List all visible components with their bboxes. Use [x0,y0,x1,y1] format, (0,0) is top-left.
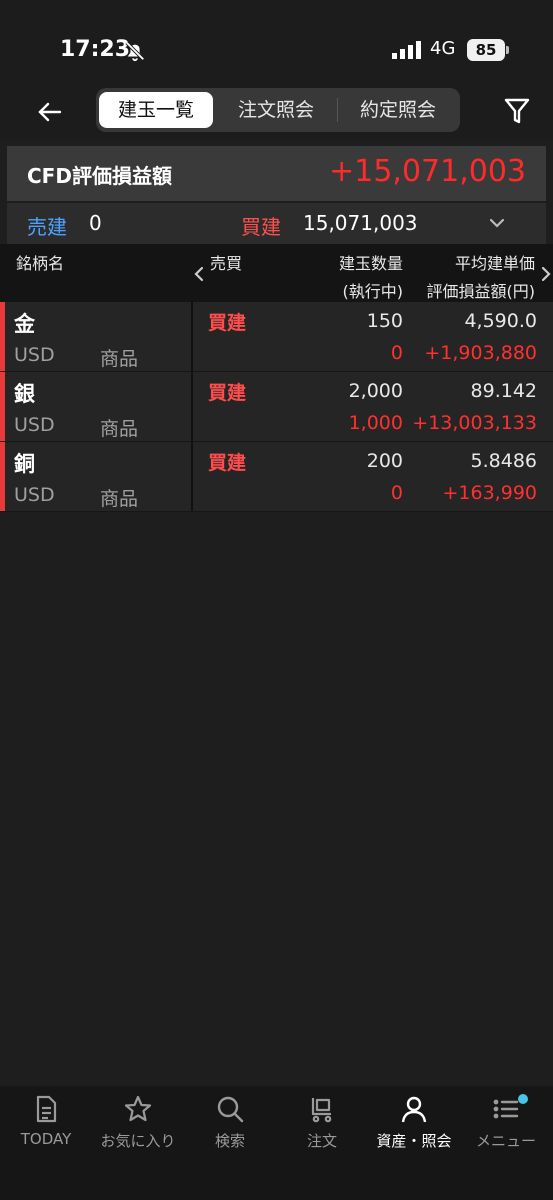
col-side: 売買 [210,254,243,273]
avg-price: 89.142 [470,380,537,402]
tab-label: メニュー [475,1132,536,1150]
tab-order[interactable]: 注文 [276,1094,368,1164]
tab-label: 検索 [214,1132,245,1150]
symbol-category: 商品 [100,348,139,370]
position-row[interactable]: 銅 USD 商品 買建 200 0 5.8486 +163,990 [0,442,553,512]
col-unrealized-pl: 評価損益額(円) [426,282,536,301]
sell-value: 0 [89,211,102,235]
position-qty: 150 [366,310,403,332]
chevron-left-icon[interactable] [193,266,205,286]
nav-bar: 建玉一覧 注文照会 約定照会 [0,88,553,140]
tab-search[interactable]: 検索 [184,1094,276,1164]
total-pl-value: +15,071,003 [329,154,526,189]
status-bar: 17:23 4G 85 [0,0,553,88]
col-qty: 建玉数量 [338,254,403,273]
avg-price: 4,590.0 [464,310,537,332]
column-divider [191,372,193,441]
executing-qty: 0 [390,342,403,364]
search-icon [184,1094,276,1124]
buy-label: 買建 [241,215,281,239]
cart-icon [276,1094,368,1124]
tab-order-inquiry[interactable]: 注文照会 [216,92,336,128]
position-side: 買建 [208,312,247,334]
unrealized-pl: +13,003,133 [412,412,537,434]
chevron-down-icon[interactable] [487,213,507,237]
col-avg-price: 平均建単価 [454,254,535,273]
notification-dot [518,1094,528,1104]
segmented-control: 建玉一覧 注文照会 約定照会 [96,88,460,132]
back-arrow-icon[interactable] [34,96,66,128]
row-accent [0,372,5,441]
positions-list: 金 USD 商品 買建 150 0 4,590.0 +1,903,880 銀 U… [0,302,553,512]
symbol-name: 銅 [14,452,35,476]
battery-icon: 85 [467,39,509,61]
symbol-name: 金 [14,312,35,336]
row-accent [0,302,5,371]
bell-muted-icon [124,40,146,66]
filter-icon[interactable] [502,96,532,126]
menu-icon [460,1094,552,1124]
position-qty: 200 [366,450,403,472]
position-row[interactable]: 金 USD 商品 買建 150 0 4,590.0 +1,903,880 [0,302,553,372]
symbol-category: 商品 [100,488,139,510]
tab-assets[interactable]: 資産・照会 [368,1094,460,1164]
tab-label: 注文 [306,1132,337,1150]
symbol-currency: USD [14,414,55,436]
tab-execution-inquiry[interactable]: 約定照会 [338,92,458,128]
symbol-currency: USD [14,484,55,506]
unrealized-pl: +163,990 [442,482,538,504]
total-pl-summary: CFD評価損益額 +15,071,003 [7,146,546,201]
total-pl-label: CFD評価損益額 [27,164,172,188]
col-executing: (執行中) [342,282,404,301]
sell-label: 売建 [27,215,67,239]
position-row[interactable]: 銀 USD 商品 買建 2,000 1,000 89.142 +13,003,1… [0,372,553,442]
document-icon [0,1094,92,1124]
unrealized-pl: +1,903,880 [424,342,537,364]
tab-favorites[interactable]: お気に入り [92,1094,184,1164]
column-header: 銘柄名 売買 建玉数量 (執行中) 平均建単価 評価損益額(円) [0,244,553,302]
tab-menu[interactable]: メニュー [460,1094,552,1164]
executing-qty: 1,000 [348,412,403,434]
position-qty: 2,000 [348,380,403,402]
bottom-tab-bar: TODAY お気に入り 検索 注文 資産・照会 メニュー [0,1086,553,1200]
column-divider [191,302,193,371]
row-accent [0,442,5,511]
status-time: 17:23 [60,37,131,62]
tab-label: TODAY [20,1130,72,1148]
tab-today[interactable]: TODAY [0,1094,92,1164]
executing-qty: 0 [390,482,403,504]
tab-positions[interactable]: 建玉一覧 [99,92,213,128]
avg-price: 5.8486 [470,450,537,472]
symbol-currency: USD [14,344,55,366]
pl-breakdown[interactable]: 売建 0 買建 15,071,003 [7,203,546,244]
chevron-right-icon[interactable] [540,266,552,286]
symbol-name: 銀 [14,382,35,406]
star-icon [92,1094,184,1124]
network-type: 4G [430,38,456,59]
tab-label: 資産・照会 [376,1132,452,1150]
position-side: 買建 [208,452,247,474]
column-divider [191,442,193,511]
position-side: 買建 [208,382,247,404]
tab-label: お気に入り [100,1132,176,1150]
buy-value: 15,071,003 [303,211,418,235]
person-icon [368,1094,460,1124]
symbol-category: 商品 [100,418,139,440]
signal-icon [392,41,422,63]
col-name: 銘柄名 [16,254,65,273]
